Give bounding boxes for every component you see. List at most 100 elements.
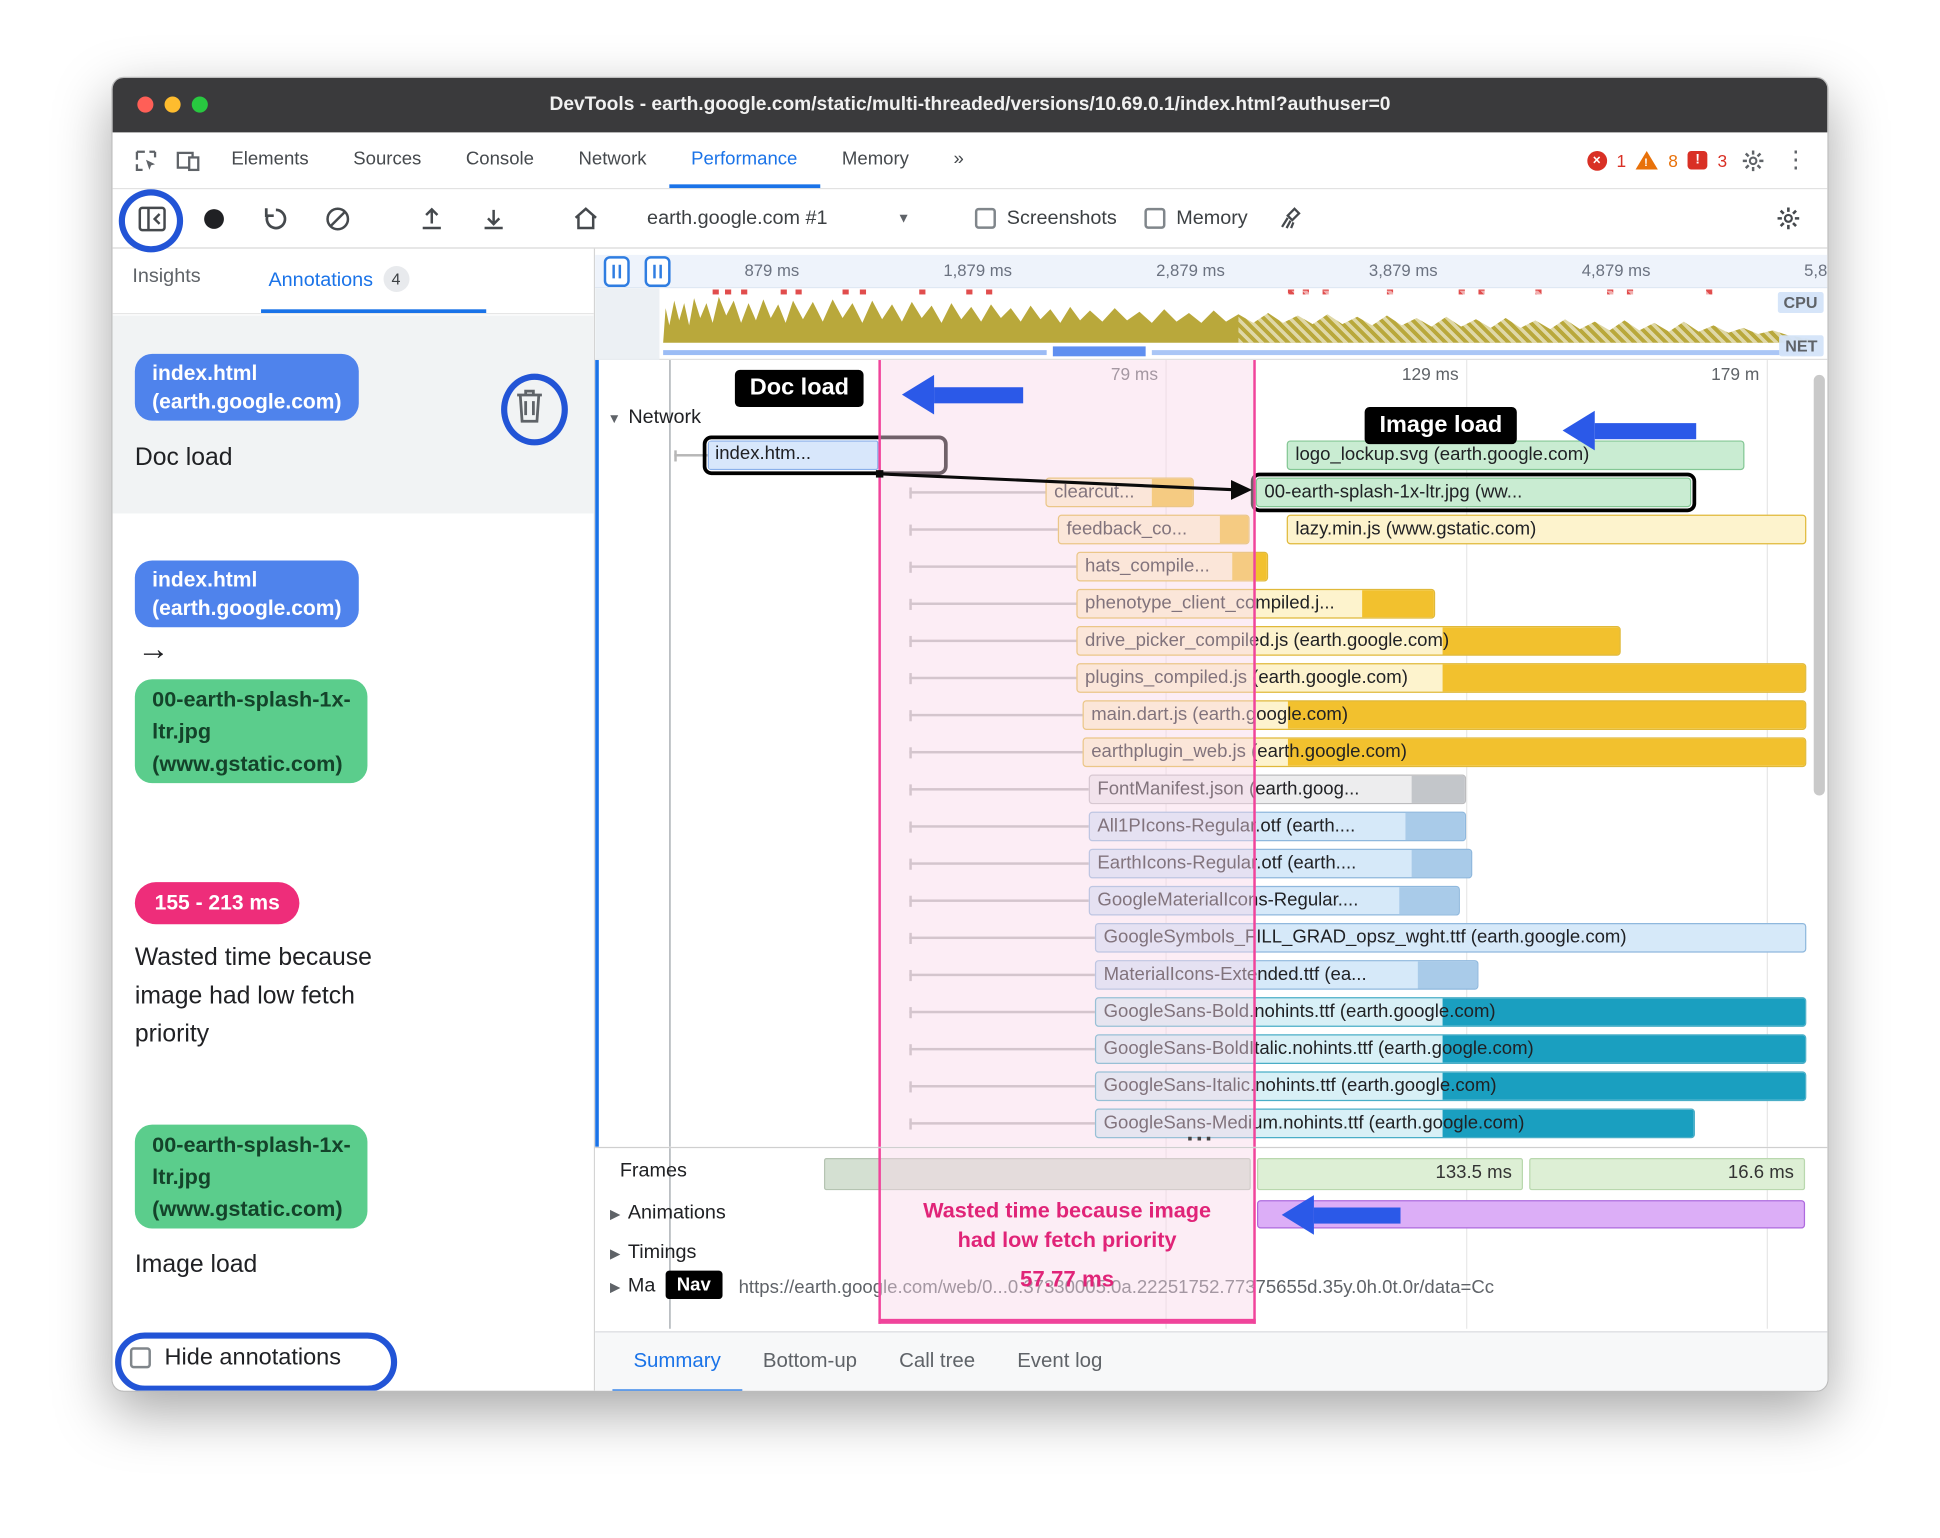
annotation-pill-splash-jpg[interactable]: 00-earth-splash-1x- ltr.jpg (www.gstatic… (134, 679, 369, 784)
screenshots-checkbox[interactable] (974, 207, 996, 229)
network-request-bar[interactable]: GoogleMaterialIcons-Regular.... (1088, 885, 1460, 916)
window-title: DevTools - earth.google.com/static/multi… (549, 94, 1391, 116)
network-request-bar[interactable]: earthplugin_web.js (earth.google.com) (1082, 737, 1807, 768)
network-request-bar[interactable]: index.htm... (702, 435, 948, 476)
network-request-bar[interactable]: EarthIcons-Regular.otf (earth.... (1088, 848, 1473, 879)
tab-network[interactable]: Network (556, 132, 669, 188)
issues-icon[interactable]: ! (1687, 150, 1708, 170)
network-request-bar[interactable]: clearcut... (1045, 477, 1194, 508)
ruler-time-label: 2,879 ms (1156, 261, 1225, 280)
tab-console[interactable]: Console (444, 132, 557, 188)
timeline-ruler: 879 ms 1,879 ms 2,879 ms 3,879 ms 4,879 ms 5,… (595, 254, 1828, 289)
home-icon[interactable] (568, 201, 603, 236)
download-profile-icon[interactable] (476, 201, 511, 236)
request-whisker (909, 710, 1083, 719)
collect-garbage-icon[interactable] (1275, 201, 1310, 236)
inspect-element-icon[interactable] (125, 132, 167, 188)
memory-toggle[interactable]: Memory (1144, 207, 1248, 229)
clear-icon[interactable] (320, 201, 355, 236)
annotation-pill-time-range[interactable]: 155 - 213 ms (134, 882, 300, 925)
capture-settings-gear-icon[interactable] (1770, 201, 1805, 236)
request-label: earthplugin_web.js (earth.google.com) (1091, 741, 1407, 763)
network-request-bar[interactable]: 00-earth-splash-1x-ltr.jpg (ww... (1250, 472, 1697, 513)
waterfall-scrollbar[interactable] (1813, 374, 1825, 796)
request-download-segment (1287, 701, 1806, 729)
upload-profile-icon[interactable] (414, 201, 449, 236)
network-request-bar[interactable]: GoogleSans-Bold.nohints.ttf (earth.googl… (1094, 997, 1807, 1027)
network-request-bar[interactable]: lazy.min.js (www.gstatic.com) (1286, 514, 1807, 545)
right-window-handle[interactable] (644, 256, 671, 288)
memory-checkbox[interactable] (1144, 207, 1166, 229)
kebab-menu-icon[interactable]: ⋮ (1779, 146, 1812, 174)
frame-bar[interactable] (823, 1158, 1251, 1191)
annotation-pill-index-html-2[interactable]: index.html (earth.google.com) (134, 560, 359, 628)
divider (112, 313, 594, 315)
tab-elements[interactable]: Elements (209, 132, 331, 188)
delete-annotation-icon[interactable] (511, 385, 548, 427)
network-request-bar[interactable]: logo_lockup.svg (earth.google.com) (1286, 440, 1745, 471)
record-button[interactable] (197, 201, 232, 236)
wasted-time-duration: 57.77 ms (1020, 1266, 1115, 1292)
annotation-pill-index-html[interactable]: index.html (earth.google.com) (134, 353, 359, 421)
bottom-tab-event-log[interactable]: Event log (996, 1332, 1123, 1390)
network-request-bar[interactable]: GoogleSans-BoldItalic.nohints.ttf (earth… (1094, 1034, 1807, 1064)
issues-count: 3 (1717, 150, 1728, 171)
network-request-bar[interactable]: hats_compile... (1076, 551, 1269, 582)
target-selector[interactable]: earth.google.com #1 ▼ (647, 207, 910, 229)
bottom-tab-bottom-up[interactable]: Bottom-up (742, 1332, 878, 1390)
reload-and-record-icon[interactable] (259, 201, 294, 236)
network-request-bar[interactable]: GoogleSymbols_FILL_GRAD_opsz_wght.ttf (e… (1094, 922, 1807, 953)
tab-insights[interactable]: Insights (132, 266, 200, 288)
toggle-sidebar-icon[interactable] (135, 201, 170, 236)
network-request-bar[interactable]: GoogleSans-Italic.nohints.ttf (earth.goo… (1094, 1071, 1807, 1102)
annotation-pill-splash-jpg-2[interactable]: 00-earth-splash-1x- ltr.jpg (www.gstatic… (134, 1124, 369, 1229)
more-tabs-icon[interactable]: » (931, 132, 986, 188)
tab-memory[interactable]: Memory (820, 132, 932, 188)
hide-annotations-checkbox[interactable] (129, 1347, 151, 1369)
performance-toolbar: earth.google.com #1 ▼ Screenshots Memory (112, 189, 1828, 253)
bottom-tab-summary[interactable]: Summary (612, 1332, 742, 1391)
main-track-label[interactable]: ▶ Ma (610, 1276, 655, 1298)
request-whisker (909, 821, 1089, 831)
left-window-handle[interactable] (603, 256, 630, 288)
animations-track-label[interactable]: ▶ Animations (610, 1203, 726, 1225)
net-track-label: NET (1779, 335, 1824, 357)
timings-track-label[interactable]: ▶ Timings (610, 1242, 696, 1264)
request-label: GoogleSymbols_FILL_GRAD_opsz_wght.ttf (e… (1103, 926, 1627, 948)
network-request-bar[interactable]: phenotype_client_compiled.j... (1076, 588, 1436, 619)
frames-track-label[interactable]: Frames (620, 1160, 687, 1182)
annotation-label-image-load: Image load (134, 1250, 258, 1279)
network-request-bar[interactable]: main.dart.js (earth.google.com) (1082, 700, 1807, 730)
bottom-tab-call-tree[interactable]: Call tree (878, 1332, 996, 1390)
settings-gear-icon[interactable] (1737, 148, 1769, 173)
frame-bar[interactable]: 16.6 ms (1529, 1158, 1806, 1191)
network-track-header[interactable]: ▼ Network (607, 407, 701, 429)
memory-label: Memory (1176, 207, 1248, 229)
request-download-segment (1411, 849, 1472, 878)
target-selector-value: earth.google.com #1 (647, 207, 828, 229)
network-request-bar[interactable]: feedback_co... (1057, 514, 1250, 545)
screenshots-toggle[interactable]: Screenshots (974, 207, 1117, 229)
error-count: 1 (1616, 150, 1627, 171)
network-request-bar[interactable]: All1PIcons-Regular.otf (earth.... (1088, 811, 1467, 842)
network-request-bar[interactable]: MaterialIcons-Extended.ttf (ea... (1094, 960, 1479, 990)
tab-sources[interactable]: Sources (331, 132, 444, 188)
network-request-bar[interactable]: FontManifest.json (earth.goog... (1088, 774, 1467, 805)
overflow-ellipsis[interactable]: ... (1186, 1120, 1214, 1147)
network-request-bar[interactable]: GoogleSans-Medium.nohints.ttf (earth.goo… (1094, 1108, 1695, 1139)
request-download-segment (1417, 961, 1478, 989)
network-request-bar[interactable]: drive_picker_compiled.js (earth.google.c… (1076, 626, 1621, 656)
expand-triangle-icon-3: ▶ (609, 1280, 621, 1296)
warning-icon[interactable]: ! (1636, 150, 1659, 170)
network-request-bar[interactable]: plugins_compiled.js (earth.google.com) (1076, 663, 1807, 693)
request-whisker (674, 450, 708, 460)
request-whisker (909, 636, 1077, 645)
nav-marker[interactable]: Nav (665, 1270, 722, 1300)
tab-annotations[interactable]: Annotations 4 (268, 265, 409, 292)
device-toolbar-icon[interactable] (167, 132, 209, 188)
timeline-minimap[interactable]: CPU NET (595, 288, 1828, 361)
error-icon[interactable]: × (1586, 150, 1607, 171)
tab-performance[interactable]: Performance (668, 132, 820, 189)
frame-bar[interactable]: 133.5 ms (1256, 1158, 1523, 1191)
animations-label: Animations (627, 1202, 726, 1224)
